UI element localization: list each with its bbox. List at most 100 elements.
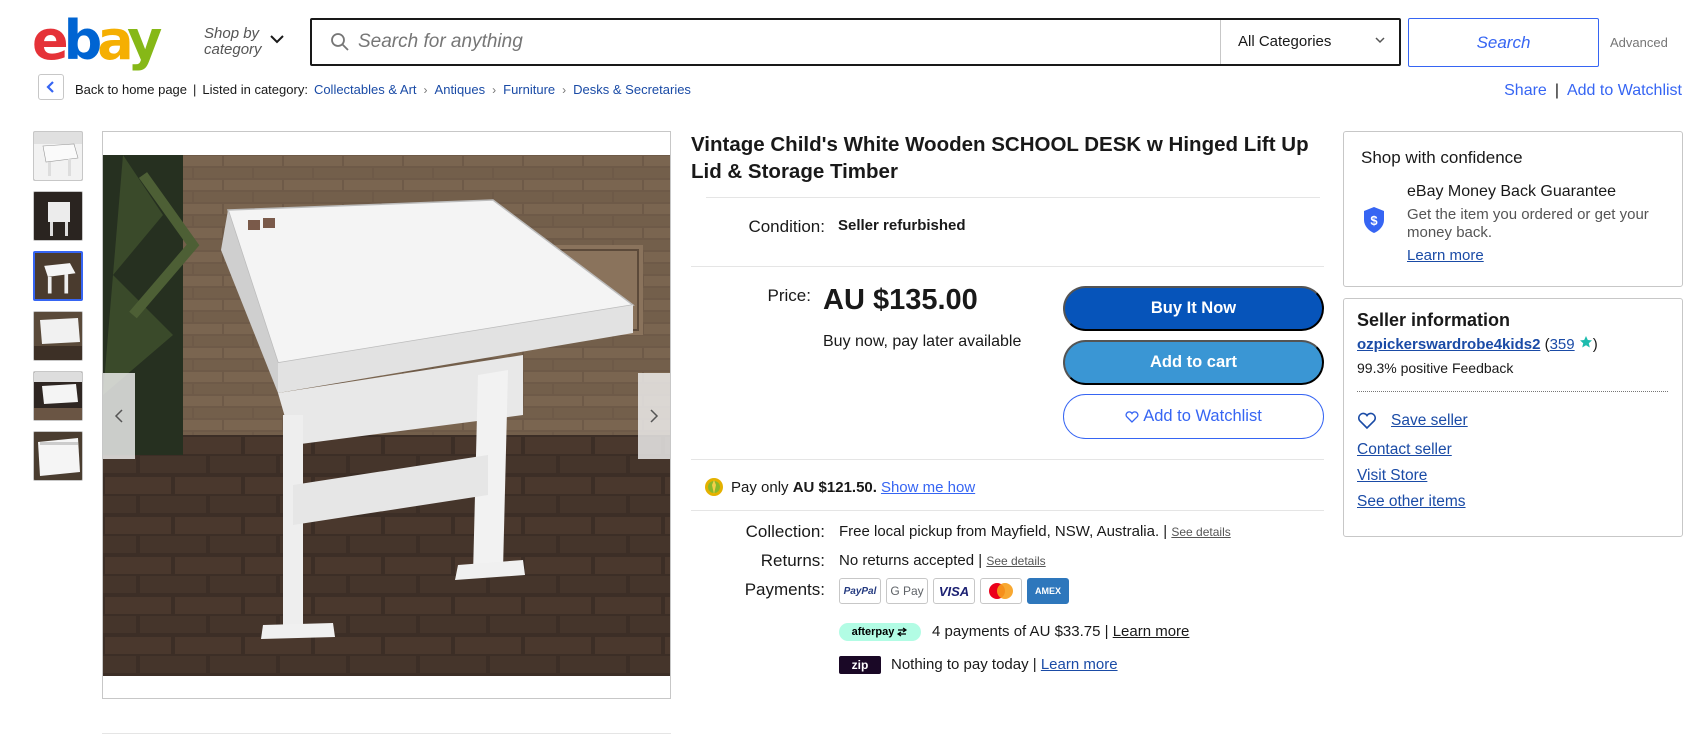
add-to-watchlist-button[interactable]: Add to Watchlist — [1063, 394, 1324, 439]
visit-store-link[interactable]: Visit Store — [1357, 467, 1427, 485]
svg-text:$: $ — [1370, 213, 1378, 228]
category-select[interactable]: All Categories — [1238, 33, 1331, 50]
see-details-link[interactable]: See details — [986, 554, 1045, 568]
logo-letter-b: b — [63, 9, 103, 72]
feedback-count-link[interactable]: 359 — [1550, 336, 1575, 353]
seller-info-title: Seller information — [1357, 310, 1511, 330]
thumbnail-5[interactable] — [33, 371, 83, 421]
collection-text: Free local pickup from Mayfield, NSW, Au… — [839, 523, 1168, 540]
separator: | — [193, 82, 197, 97]
breadcrumb-collectables[interactable]: Collectables & Art — [314, 82, 417, 97]
zip-text: Nothing to pay today | — [891, 656, 1037, 673]
advanced-search-link[interactable]: Advanced — [1610, 35, 1668, 50]
payments-label: Payments: — [744, 580, 825, 599]
star-icon — [1579, 336, 1592, 348]
money-back-guarantee-desc: Get the item you ordered or get your mon… — [1407, 206, 1649, 241]
thumbnail-image — [35, 253, 81, 299]
thumbnail-image — [34, 372, 82, 420]
divider — [691, 459, 1324, 460]
search-button[interactable]: Search — [1408, 18, 1599, 67]
breadcrumb-antiques[interactable]: Antiques — [435, 82, 486, 97]
heart-icon — [1125, 410, 1139, 423]
thumbnail-2[interactable] — [33, 191, 83, 241]
search-bar: All Categories — [310, 18, 1401, 66]
pay-only-amount: AU $121.50. — [792, 478, 877, 496]
search-icon — [331, 33, 349, 51]
thumbnail-4[interactable] — [33, 311, 83, 361]
chevron-left-icon — [46, 81, 54, 93]
breadcrumb-furniture[interactable]: Furniture — [503, 82, 555, 97]
zip-badge: zip — [839, 656, 881, 674]
afterpay-text: 4 payments of AU $33.75 | — [932, 623, 1109, 640]
paypal-icon: PayPal — [839, 578, 881, 604]
condition-value: Seller refurbished — [838, 217, 966, 234]
chevron-right-icon: › — [423, 82, 428, 97]
main-product-image[interactable] — [103, 155, 670, 676]
shop-by-label: Shop by — [204, 25, 260, 42]
pay-only-label: Pay only — [731, 478, 789, 496]
see-details-link[interactable]: See details — [1171, 525, 1230, 539]
chevron-right-icon: › — [492, 82, 497, 97]
zip-info: Nothing to pay today | Learn more — [891, 656, 1118, 673]
see-other-items-link[interactable]: See other items — [1357, 493, 1466, 511]
divider — [102, 733, 671, 734]
shop-with-confidence-panel: Shop with confidence $ eBay Money Back G… — [1343, 131, 1683, 287]
breadcrumb-desks[interactable]: Desks & Secretaries — [573, 82, 691, 97]
thumbnail-6[interactable] — [33, 431, 83, 481]
ebay-logo[interactable]: ebay — [32, 14, 162, 68]
search-input[interactable] — [358, 26, 1218, 58]
learn-more-link[interactable]: Learn more — [1113, 623, 1190, 640]
seller-name-row: ozpickerswardrobe4kids2 (359 ) — [1357, 336, 1598, 353]
add-to-cart-button[interactable]: Add to cart — [1063, 340, 1324, 385]
divider — [706, 197, 1320, 198]
save-seller-row[interactable]: Save seller — [1357, 412, 1468, 430]
learn-more-link[interactable]: Learn more — [1407, 247, 1484, 264]
thumbnail-image — [34, 192, 82, 240]
price-label: Price: — [767, 286, 811, 305]
seller-name-link[interactable]: ozpickerswardrobe4kids2 — [1357, 336, 1540, 353]
breadcrumb: Back to home page | Listed in category: … — [75, 82, 691, 97]
next-image-button[interactable] — [638, 373, 670, 459]
item-title: Vintage Child's White Wooden SCHOOL DESK… — [691, 133, 1309, 183]
learn-more-link[interactable]: Learn more — [1041, 656, 1118, 673]
afterpay-badge-text: afterpay — [851, 626, 895, 638]
collection-value: Free local pickup from Mayfield, NSW, Au… — [839, 523, 1231, 540]
show-me-how-link[interactable]: Show me how — [881, 479, 975, 496]
add-to-watchlist-label: Add to Watchlist — [1143, 407, 1262, 425]
amex-icon: AMEX — [1027, 578, 1069, 604]
afterpay-arrows-icon — [897, 627, 908, 637]
contact-seller-link[interactable]: Contact seller — [1357, 441, 1452, 459]
afterpay-info: 4 payments of AU $33.75 | Learn more — [932, 623, 1189, 640]
heart-icon — [1357, 412, 1377, 430]
add-to-watchlist-link[interactable]: Add to Watchlist — [1567, 82, 1682, 100]
main-image-frame — [102, 131, 671, 699]
afterpay-badge: afterpay — [839, 623, 921, 641]
divider — [691, 510, 1324, 511]
product-photo — [103, 155, 670, 676]
buy-it-now-button[interactable]: Buy It Now — [1063, 286, 1324, 331]
share-link[interactable]: Share — [1504, 82, 1547, 100]
listed-in-label: Listed in category: — [202, 82, 308, 97]
returns-value: No returns accepted | See details — [839, 552, 1046, 569]
positive-feedback: 99.3% positive Feedback — [1357, 360, 1514, 376]
share-watch-row: Share | Add to Watchlist — [1504, 82, 1682, 100]
confidence-title: Shop with confidence — [1361, 148, 1523, 167]
thumbnail-1[interactable] — [33, 131, 83, 181]
back-button[interactable] — [38, 74, 64, 100]
buy-now-pay-later: Buy now, pay later available — [823, 333, 1022, 350]
previous-image-button[interactable] — [103, 373, 135, 459]
back-to-home-link[interactable]: Back to home page — [75, 82, 187, 97]
price-value: AU $135.00 — [823, 284, 978, 316]
save-seller-link[interactable]: Save seller — [1391, 412, 1468, 430]
chevron-right-icon — [650, 409, 659, 423]
category-label: category — [204, 41, 262, 58]
chevron-right-icon: › — [562, 82, 567, 97]
chevron-down-icon[interactable] — [1374, 36, 1386, 44]
shop-by-category-button[interactable]: Shop by category — [204, 26, 262, 58]
seller-information-panel: Seller information ozpickerswardrobe4kid… — [1343, 298, 1683, 537]
collection-label: Collection: — [745, 522, 825, 541]
money-back-guarantee-title: eBay Money Back Guarantee — [1407, 183, 1617, 200]
thumbnail-3-selected[interactable] — [33, 251, 83, 301]
chevron-down-icon[interactable] — [269, 34, 285, 44]
divider — [1357, 391, 1668, 392]
